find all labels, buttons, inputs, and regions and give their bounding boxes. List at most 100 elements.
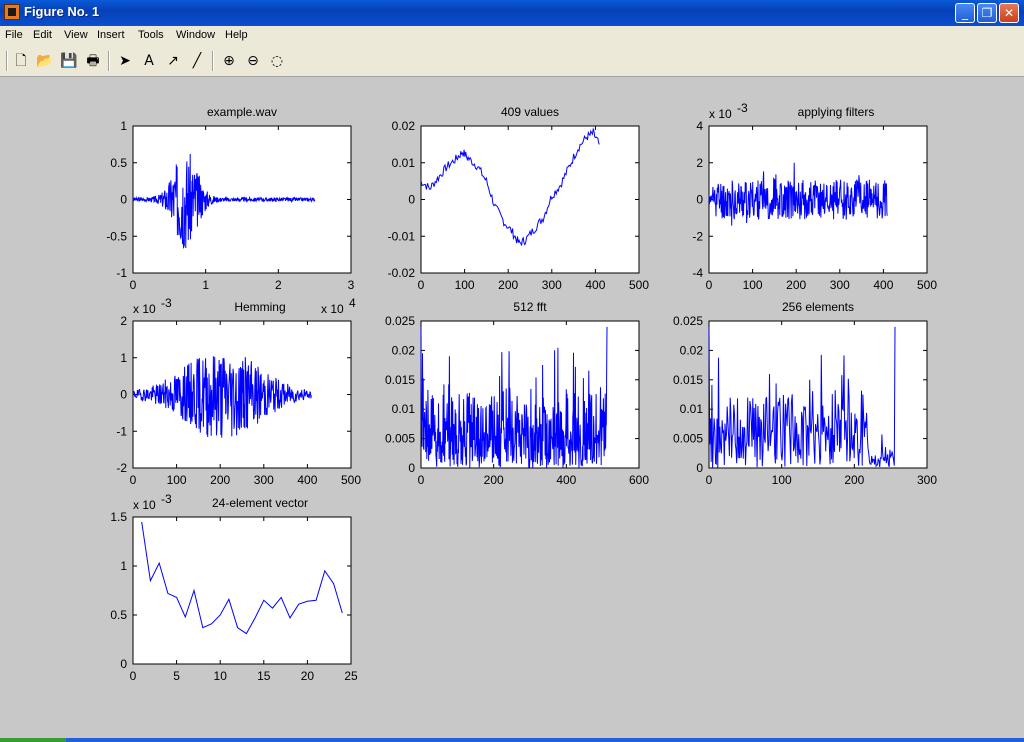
x-tick-label: 0 (130, 473, 137, 487)
menu-window[interactable]: Window (176, 29, 215, 41)
subplot-5: 0 200 400 600 0 0.005 0.01 0.015 0.02 0.025 512 ff… (385, 300, 649, 487)
subplot-title: Hemming (234, 300, 285, 314)
y-tick-label: 0.025 (673, 314, 703, 328)
x-tick-label: 10 (214, 669, 228, 683)
y-tick-label: -0.5 (106, 229, 127, 243)
x-tick-label: 2 (275, 278, 282, 292)
y-tick-label: 0.015 (673, 373, 703, 387)
axes-box (132, 516, 352, 665)
zoom-in-icon[interactable]: ⊕ (220, 52, 238, 70)
x-tick-label: 5 (173, 669, 180, 683)
y-tick-label: 0.005 (673, 432, 703, 446)
y-tick-label: 0 (408, 461, 415, 475)
print-icon[interactable]: 🖶 (84, 52, 102, 70)
y-tick-label: 2 (696, 156, 703, 170)
menu-bar: File Edit View Insert Tools Window Help (0, 26, 1024, 46)
y-tick-label: 0 (120, 193, 127, 207)
x-tick-label: 3 (348, 278, 355, 292)
subplot-title: 24-element vector (212, 496, 308, 510)
x-tick-label: 400 (556, 473, 576, 487)
y-tick-label: -0.01 (388, 229, 416, 243)
y-tick-label: -2 (116, 461, 127, 475)
y-tick-label: -1 (116, 424, 127, 438)
y-tick-label: 0 (120, 388, 127, 402)
x-tick-label: 0 (418, 473, 425, 487)
menu-view[interactable]: View (64, 29, 88, 41)
y-tick-label: 0.01 (680, 402, 704, 416)
toolbar-separator (6, 51, 8, 71)
x-tick-label: 300 (542, 278, 562, 292)
x-tick-label: 200 (498, 278, 518, 292)
y-tick-label: 0 (120, 657, 127, 671)
menu-edit[interactable]: Edit (33, 29, 52, 41)
x-tick-label: 400 (297, 473, 317, 487)
rotate-3d-icon[interactable]: ◌ (268, 52, 286, 70)
toolbar: 🗋 📂 💾 🖶 ➤ A ↗ ╱ ⊕ ⊖ ◌ (0, 46, 1024, 77)
minimize-button[interactable]: _ (955, 3, 975, 23)
menu-file[interactable]: File (5, 29, 23, 41)
subplot-title: applying filters (798, 105, 875, 119)
y-exponent-power: -3 (737, 101, 748, 115)
y-tick-label: 0.02 (392, 343, 416, 357)
y-tick-label: -4 (692, 266, 703, 280)
x-tick-label: 200 (210, 473, 230, 487)
x-tick-label: 200 (484, 473, 504, 487)
x-tick-label: 100 (167, 473, 187, 487)
menu-tools[interactable]: Tools (138, 29, 164, 41)
y-tick-label: 0 (696, 461, 703, 475)
y-tick-label: -0.02 (388, 266, 416, 280)
x-tick-label: 500 (341, 473, 361, 487)
x-tick-label: 20 (301, 669, 315, 683)
x-tick-label: 200 (786, 278, 806, 292)
x-tick-label: 300 (254, 473, 274, 487)
subplot-title: example.wav (207, 105, 277, 119)
y-tick-label: 0.015 (385, 373, 415, 387)
matlab-figure-icon (4, 4, 20, 20)
y-exponent-power: -3 (161, 296, 172, 310)
save-icon[interactable]: 💾 (60, 52, 78, 70)
y-tick-label: -2 (692, 229, 703, 243)
title-bar: Figure No. 1 _ ❐ ✕ (0, 0, 1024, 26)
subplot-2: 0 100 200 300 400 500 -0.02 -0.01 0 0.01 0.02 409 v… (388, 105, 650, 292)
open-folder-icon[interactable]: 📂 (36, 52, 54, 70)
y-tick-label: 1.5 (110, 510, 127, 524)
x-tick-label: 0 (706, 473, 713, 487)
x-tick-label: 300 (917, 473, 937, 487)
x-tick-label: 0 (130, 278, 137, 292)
insert-arrow-icon[interactable]: ↗ (164, 52, 182, 70)
y-exponent-label: x 10 (133, 498, 156, 512)
select-arrow-icon[interactable]: ➤ (116, 52, 134, 70)
y-tick-label: 0.01 (392, 402, 416, 416)
subplot-title: 256 elements (782, 300, 854, 314)
menu-insert[interactable]: Insert (97, 29, 125, 41)
y-tick-label: 0.005 (385, 432, 415, 446)
zoom-out-icon[interactable]: ⊖ (244, 52, 262, 70)
x-exponent-label: x 10 (321, 302, 344, 316)
insert-line-icon[interactable]: ╱ (188, 52, 206, 70)
y-tick-label: 1 (120, 119, 127, 133)
y-tick-label: 0.02 (392, 119, 416, 133)
y-tick-label: 0 (696, 193, 703, 207)
subplot-title: 409 values (501, 105, 559, 119)
maximize-button[interactable]: ❐ (977, 3, 997, 23)
x-tick-label: 300 (830, 278, 850, 292)
y-tick-label: 1 (120, 351, 127, 365)
y-tick-label: 0 (408, 193, 415, 207)
x-tick-label: 1 (202, 278, 209, 292)
subplot-6: 0 100 200 300 0 0.005 0.01 0.015 0.02 0.025 256 el… (673, 300, 937, 487)
toolbar-separator (108, 51, 110, 71)
x-tick-label: 15 (257, 669, 271, 683)
figure-canvas: 0 1 2 3-1-0.500.51example.wav0 100 200 300 400 5… (106, 101, 937, 683)
y-tick-label: 0.5 (110, 608, 127, 622)
y-tick-label: 0.5 (110, 156, 127, 170)
subplot-3: 0 100 200 300 400 500 -4 -2 0 2 4 applying filters x… (692, 101, 937, 292)
y-tick-label: 4 (696, 119, 703, 133)
new-file-icon[interactable]: 🗋 (12, 52, 30, 70)
menu-help[interactable]: Help (225, 29, 248, 41)
y-tick-label: -1 (116, 266, 127, 280)
start-button[interactable] (0, 738, 66, 742)
insert-text-icon[interactable]: A (140, 52, 158, 70)
x-tick-label: 100 (455, 278, 475, 292)
close-button[interactable]: ✕ (999, 3, 1019, 23)
y-tick-label: 0.01 (392, 156, 416, 170)
